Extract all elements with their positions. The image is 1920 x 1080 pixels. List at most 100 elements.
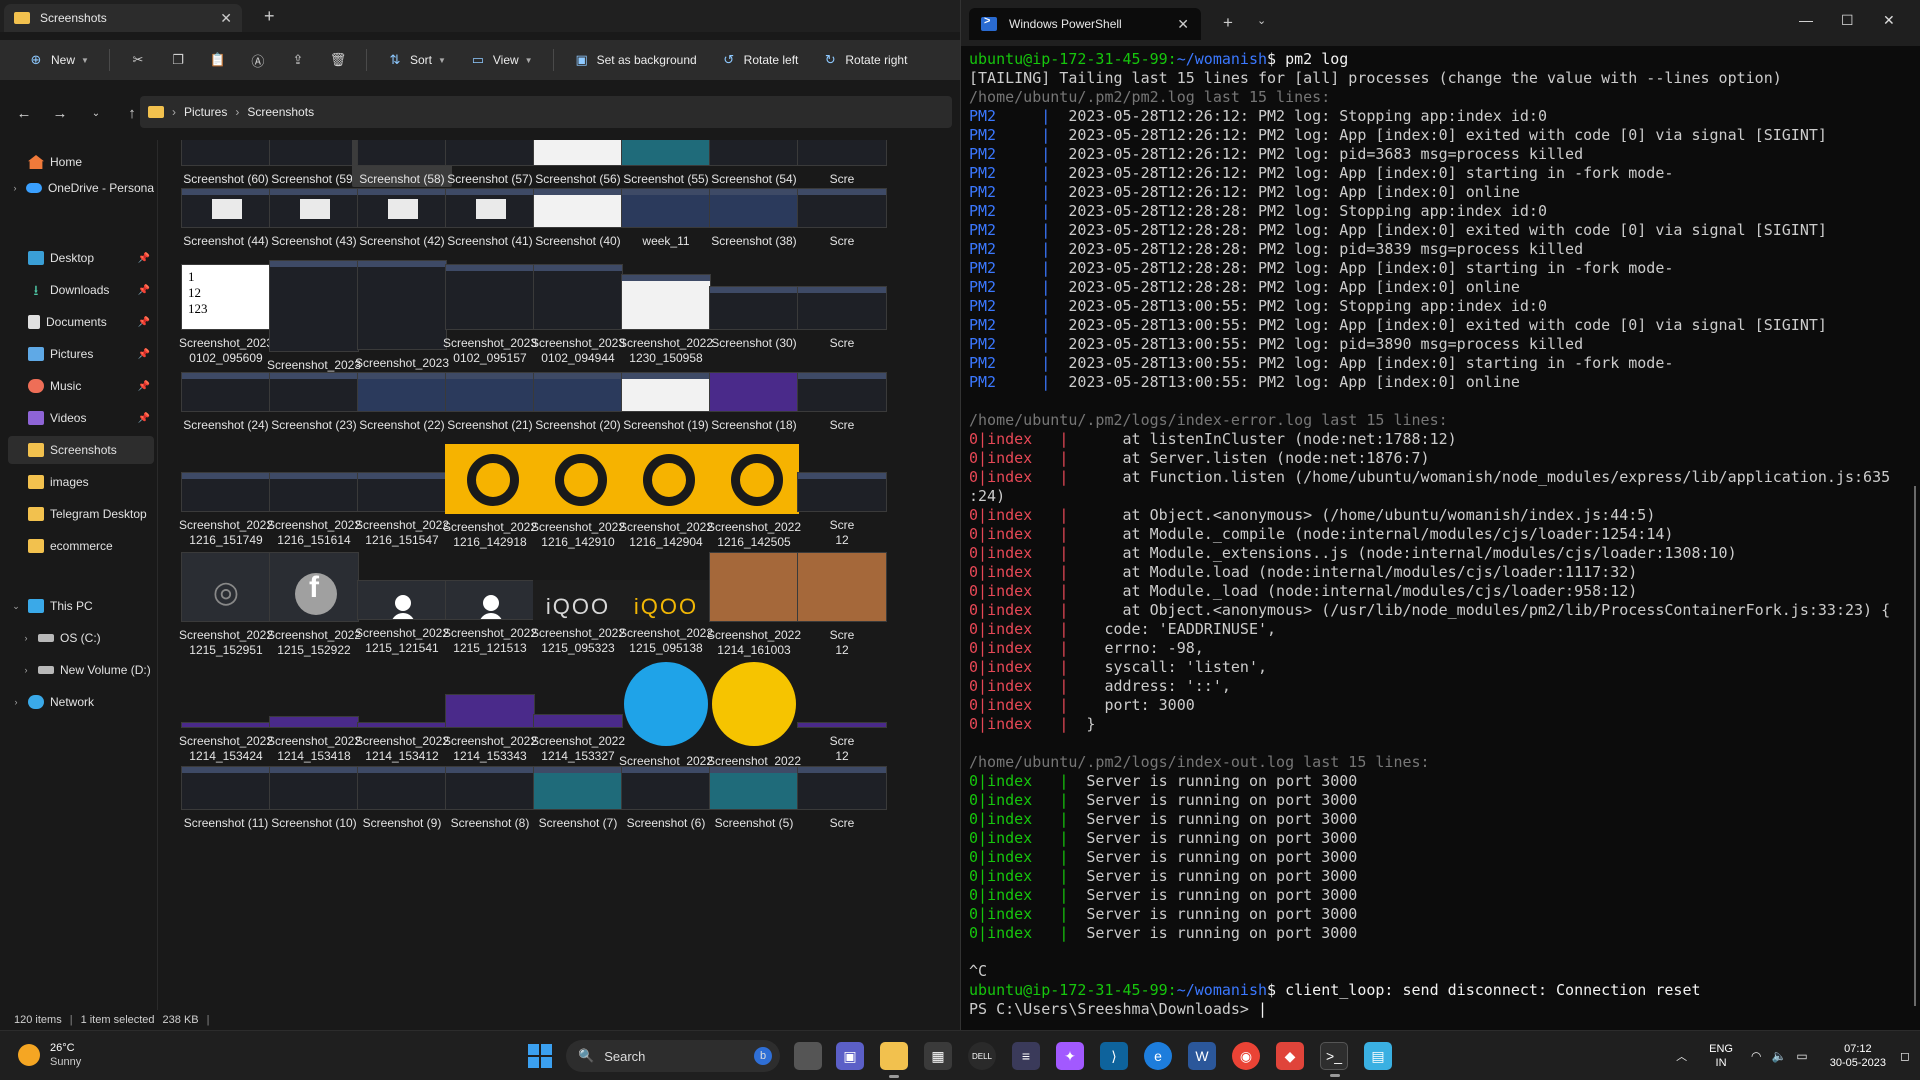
- file-tile[interactable]: Screenshot (60): [176, 140, 276, 187]
- file-tile[interactable]: Screenshot_2022 1216_151749: [176, 444, 276, 548]
- file-tile[interactable]: Screenshot_2022 1215_121513: [440, 552, 540, 656]
- file-tile[interactable]: Screenshot (22): [352, 368, 452, 433]
- file-tile[interactable]: Screenshot_2022 1214_161003: [704, 552, 804, 658]
- file-tile[interactable]: Screenshot (41): [440, 184, 540, 249]
- terminal-output[interactable]: ubuntu@ip-172-31-45-99:~/womanish$ pm2 l…: [969, 50, 1909, 1019]
- nav-item-onedrive[interactable]: › OneDrive - Persona: [8, 174, 154, 202]
- file-tile[interactable]: Screenshot_20221215_095323: [528, 552, 628, 656]
- nav-item-music[interactable]: Music 📌: [8, 372, 154, 400]
- file-tile[interactable]: Scre: [792, 764, 892, 831]
- file-tile[interactable]: Screenshot (40): [528, 184, 628, 249]
- chevron-down-icon[interactable]: ⌄: [1257, 14, 1266, 27]
- file-tile[interactable]: Screenshot (11): [176, 764, 276, 831]
- new-tab-button[interactable]: +: [264, 6, 275, 27]
- rotate-right-button[interactable]: ↻ Rotate right: [812, 45, 917, 75]
- cut-button[interactable]: ✂: [120, 45, 156, 75]
- nav-item-network[interactable]: › Network: [8, 688, 154, 716]
- chevron-up-icon[interactable]: ︿: [1676, 1048, 1687, 1064]
- file-tile[interactable]: Screenshot_2022 1214_153412: [352, 660, 452, 764]
- weather-widget[interactable]: 26°C Sunny: [18, 1041, 81, 1069]
- file-tile[interactable]: Screenshot (20): [528, 368, 628, 433]
- recent-chevron-icon[interactable]: ⌄: [82, 108, 110, 119]
- nav-item-telegram[interactable]: Telegram Desktop: [8, 500, 154, 528]
- file-tile[interactable]: Screenshot (24): [176, 368, 276, 433]
- file-tile[interactable]: Screenshot_2022 1214_153424: [176, 660, 276, 764]
- chevron-right-icon[interactable]: ›: [8, 183, 22, 193]
- file-tile[interactable]: Screenshot (43): [264, 184, 364, 249]
- language-indicator[interactable]: ENG IN: [1709, 1042, 1733, 1070]
- close-tab-icon[interactable]: ✕: [1177, 16, 1189, 33]
- view-button[interactable]: ▭ View ▼: [460, 45, 543, 75]
- battery-icon[interactable]: ▭: [1796, 1049, 1807, 1063]
- file-tile[interactable]: Screenshot_2022 1215_121541: [352, 552, 452, 656]
- file-tile[interactable]: Screenshot (5): [704, 764, 804, 831]
- file-tile[interactable]: Screenshot (23): [264, 368, 364, 433]
- dell-icon[interactable]: DELL: [968, 1042, 996, 1070]
- delete-button[interactable]: 🗑: [320, 45, 356, 75]
- file-tile[interactable]: Screenshot (6): [616, 764, 716, 831]
- notification-icon[interactable]: ◻: [1900, 1049, 1910, 1063]
- file-tile[interactable]: Screenshot (54): [704, 140, 804, 187]
- breadcrumb-screenshots[interactable]: Screenshots: [247, 105, 314, 119]
- start-button[interactable]: [526, 1042, 554, 1070]
- file-tile[interactable]: Screenshot (8): [440, 764, 540, 831]
- scrollbar[interactable]: [1914, 486, 1916, 1006]
- file-tile[interactable]: Scre: [792, 260, 892, 351]
- nav-item-images[interactable]: images: [8, 468, 154, 496]
- file-tile[interactable]: Scre 12: [792, 552, 892, 658]
- chevron-down-icon[interactable]: ⌄: [8, 601, 24, 612]
- minimize-icon[interactable]: —: [1799, 12, 1813, 28]
- file-tile[interactable]: Screenshot (7): [528, 764, 628, 831]
- close-window-icon[interactable]: ✕: [1883, 12, 1895, 29]
- set-background-button[interactable]: ▣ Set as background: [564, 45, 707, 75]
- file-tile[interactable]: Scre 12: [792, 444, 892, 548]
- file-tile[interactable]: Screenshot (57): [440, 140, 540, 187]
- explorer-tab[interactable]: Screenshots ✕: [4, 4, 242, 32]
- nav-item-downloads[interactable]: ⭳ Downloads 📌: [8, 276, 154, 304]
- chevron-right-icon[interactable]: ›: [18, 633, 34, 643]
- file-tile[interactable]: Screenshot (42): [352, 184, 452, 249]
- rename-button[interactable]: Ⓐ: [240, 45, 276, 75]
- paste-button[interactable]: 📋: [200, 45, 236, 75]
- file-tile[interactable]: Screenshot_2022 1216_142910: [528, 444, 628, 550]
- store-icon[interactable]: ▦: [924, 1042, 952, 1070]
- word-icon[interactable]: W: [1188, 1042, 1216, 1070]
- file-tile[interactable]: Screenshot_2022 1214_153343: [440, 660, 540, 764]
- file-tile[interactable]: 1 12 123 Screenshot_2023 0102_095609: [176, 260, 276, 366]
- nav-item-newvolume[interactable]: › New Volume (D:): [18, 656, 164, 684]
- nav-item-ecommerce[interactable]: ecommerce: [8, 532, 154, 560]
- clock[interactable]: 07:12 30-05-2023: [1830, 1042, 1886, 1070]
- teams-chat-icon[interactable]: ▣: [836, 1042, 864, 1070]
- sort-button[interactable]: ⇅ Sort ▼: [377, 45, 456, 75]
- file-tile[interactable]: Screenshot_2022 1230_150958: [616, 260, 716, 366]
- nav-item-thispc[interactable]: ⌄ This PC: [8, 592, 154, 620]
- file-tile[interactable]: Screenshot (59): [264, 140, 364, 187]
- breadcrumb[interactable]: › Pictures › Screenshots: [140, 96, 952, 128]
- file-tile[interactable]: Screenshot (21): [440, 368, 540, 433]
- file-tile[interactable]: Screenshot (38): [704, 184, 804, 249]
- file-tile[interactable]: Screenshot (56): [528, 140, 628, 187]
- vscode-icon[interactable]: ⟩: [1100, 1042, 1128, 1070]
- terminal-icon[interactable]: >_: [1320, 1042, 1348, 1077]
- file-tile[interactable]: Scre: [792, 368, 892, 433]
- file-tile[interactable]: Screenshot (44): [176, 184, 276, 249]
- chevron-right-icon[interactable]: ›: [18, 665, 34, 675]
- file-tile[interactable]: Screenshot_20221215_095138: [616, 552, 716, 656]
- rotate-left-button[interactable]: ↺ Rotate left: [711, 45, 809, 75]
- file-tile[interactable]: Screenshot_2022 1216_142918: [440, 444, 540, 550]
- nav-item-documents[interactable]: Documents 📌: [8, 308, 154, 336]
- file-tile[interactable]: Scre 12: [792, 660, 892, 764]
- file-tile[interactable]: Screenshot_2022 1216_142904: [616, 444, 716, 550]
- edge-icon[interactable]: e: [1144, 1042, 1172, 1070]
- volume-icon[interactable]: 🔈: [1771, 1049, 1786, 1063]
- terminal-tab[interactable]: Windows PowerShell ✕: [969, 8, 1201, 40]
- figma-icon[interactable]: ✦: [1056, 1042, 1084, 1070]
- file-tile[interactable]: Screenshot_2022 1214_153418: [264, 660, 364, 764]
- file-explorer-icon[interactable]: [880, 1042, 908, 1078]
- nav-item-videos[interactable]: Videos 📌: [8, 404, 154, 432]
- anydesk-icon[interactable]: ◆: [1276, 1042, 1304, 1070]
- nav-item-pictures[interactable]: Pictures 📌: [8, 340, 154, 368]
- file-tile[interactable]: Screenshot_2022 1216_142505: [704, 444, 804, 550]
- file-tile[interactable]: week_11: [616, 184, 716, 249]
- file-tile[interactable]: Screenshot (10): [264, 764, 364, 831]
